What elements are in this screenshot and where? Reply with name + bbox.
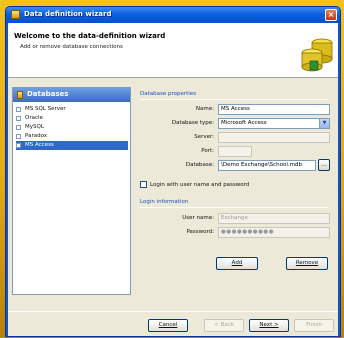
checkbox[interactable]: [16, 134, 21, 139]
server-label: Server:: [194, 134, 214, 140]
database-item-label: MS Access: [25, 142, 54, 148]
close-button[interactable]: ×: [325, 9, 337, 21]
password-field[interactable]: ●●●●●●●●●●: [218, 227, 330, 238]
page-title: Welcome to the data-definition wizard: [14, 32, 166, 40]
app-icon: [11, 10, 20, 19]
database-properties-group-label: Database properties: [140, 91, 197, 97]
next-button[interactable]: Next >: [249, 319, 289, 332]
database-icon: [17, 91, 23, 99]
add-button[interactable]: Add: [216, 257, 258, 270]
database-list-header: Databases: [13, 88, 130, 102]
remove-button[interactable]: Remove: [286, 257, 328, 270]
database-item-label: MS SQL Server: [25, 106, 66, 112]
login-checkbox[interactable]: [140, 181, 147, 188]
database-item-ms-sql-server[interactable]: MS SQL Server: [16, 105, 128, 114]
name-label: Name:: [195, 106, 214, 112]
database-item-oracle[interactable]: Oracle: [16, 114, 128, 123]
database-list-title: Databases: [27, 90, 69, 98]
finish-button[interactable]: Finish: [294, 319, 334, 332]
password-label: Password:: [186, 229, 214, 235]
database-list: Databases MS SQL Server Oracle MySQL Par…: [12, 87, 131, 295]
page-subtitle: Add or remove database connections: [20, 44, 123, 50]
wizard-window: Data definition wizard × Welcome to the …: [5, 6, 341, 337]
login-information-group-label: Login information: [140, 199, 189, 205]
group-divider: [140, 99, 328, 100]
database-type-value: Microsoft Access: [221, 120, 267, 126]
checkbox[interactable]: [16, 143, 21, 148]
database-item-label: Paradox: [25, 133, 48, 139]
port-label: Port:: [201, 148, 214, 154]
cancel-button[interactable]: Cancel: [148, 319, 188, 332]
server-field[interactable]: [218, 132, 330, 143]
properties-pane: Database properties Name: MS Access Data…: [136, 87, 332, 295]
database-item-ms-access[interactable]: MS Access: [16, 141, 128, 150]
port-field[interactable]: [218, 146, 252, 157]
wizard-client-area: Welcome to the data-definition wizard Ad…: [8, 23, 338, 336]
database-stack-icon: [301, 38, 333, 72]
back-button[interactable]: < Back: [204, 319, 244, 332]
chevron-down-icon[interactable]: ▼: [319, 119, 329, 128]
checkbox[interactable]: [16, 116, 21, 121]
database-item-label: MySQL: [25, 124, 44, 130]
username-field[interactable]: Exchange: [218, 213, 330, 224]
username-label: User name:: [182, 215, 214, 221]
title-bar[interactable]: Data definition wizard ×: [6, 7, 340, 23]
checkbox[interactable]: [16, 125, 21, 130]
database-item-label: Oracle: [25, 115, 43, 121]
database-path-label: Database:: [185, 162, 214, 168]
group-divider: [140, 207, 328, 208]
login-checkbox-label[interactable]: Login with user name and password: [150, 181, 249, 189]
database-item-mysql[interactable]: MySQL: [16, 123, 128, 132]
window-title: Data definition wizard: [24, 10, 112, 18]
checkbox[interactable]: [16, 107, 21, 112]
name-field[interactable]: MS Access: [218, 104, 330, 115]
footer-divider: [8, 311, 338, 312]
database-type-select[interactable]: Microsoft Access ▼: [218, 118, 330, 129]
browse-button[interactable]: ...: [318, 159, 330, 171]
database-item-paradox[interactable]: Paradox: [16, 132, 128, 141]
wizard-header: Welcome to the data-definition wizard Ad…: [8, 23, 338, 78]
database-type-label: Database type:: [171, 120, 214, 126]
database-path-field[interactable]: \Demo Exchange\School.mdb: [218, 160, 316, 171]
